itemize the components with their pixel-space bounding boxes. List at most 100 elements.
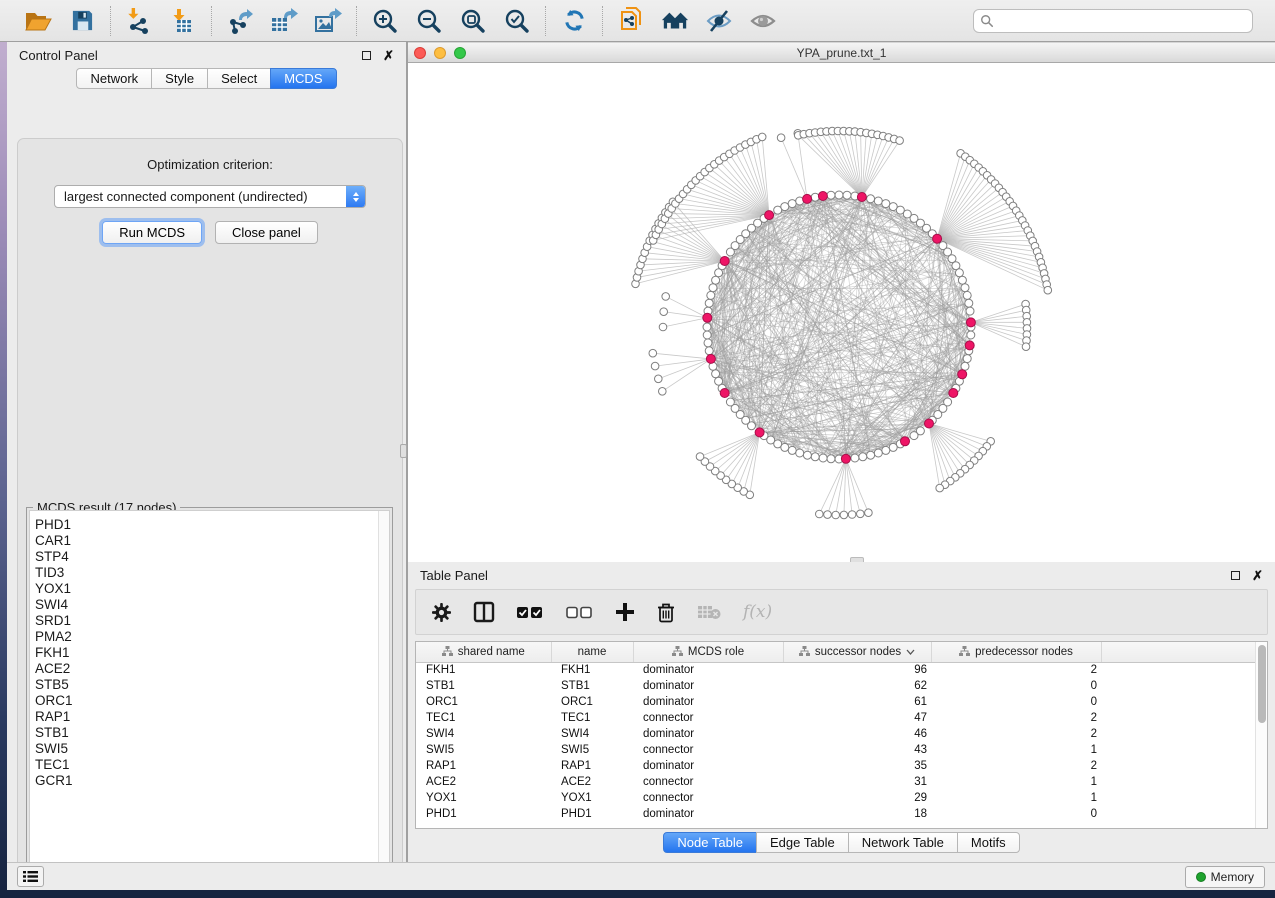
dominator-node[interactable] bbox=[720, 257, 729, 266]
network-window-titlebar[interactable]: YPA_prune.txt_1 bbox=[408, 42, 1275, 63]
mcds-result-item[interactable]: STB1 bbox=[35, 725, 389, 741]
fan-node[interactable] bbox=[1022, 343, 1030, 351]
ring-node[interactable] bbox=[819, 454, 827, 462]
go-home-icon[interactable] bbox=[661, 7, 689, 35]
ring-node[interactable] bbox=[910, 432, 918, 440]
dominator-node[interactable] bbox=[703, 313, 712, 322]
export-network-icon[interactable] bbox=[226, 7, 254, 35]
tab-edge-table[interactable]: Edge Table bbox=[756, 832, 849, 853]
show-eye-icon[interactable] bbox=[749, 7, 777, 35]
ring-node[interactable] bbox=[705, 347, 713, 355]
dominator-node[interactable] bbox=[933, 234, 942, 243]
ring-node[interactable] bbox=[827, 191, 835, 199]
fan-node[interactable] bbox=[816, 510, 824, 518]
ring-node[interactable] bbox=[967, 331, 975, 339]
vertical-splitter-handle[interactable] bbox=[400, 444, 407, 458]
ring-node[interactable] bbox=[796, 449, 804, 457]
mcds-result-item[interactable]: FKH1 bbox=[35, 645, 389, 661]
table-scrollbar[interactable] bbox=[1255, 642, 1267, 828]
fan-node[interactable] bbox=[649, 349, 657, 357]
show-columns-icon[interactable] bbox=[473, 599, 495, 625]
ring-node[interactable] bbox=[882, 200, 890, 208]
ring-node[interactable] bbox=[811, 453, 819, 461]
dominator-node[interactable] bbox=[857, 193, 866, 202]
add-row-icon[interactable] bbox=[615, 599, 635, 625]
fan-node[interactable] bbox=[824, 511, 832, 519]
table-row-TEC1[interactable]: TEC1TEC1connector472 bbox=[416, 710, 1256, 726]
delete-row-icon[interactable] bbox=[657, 599, 675, 625]
dominator-node[interactable] bbox=[720, 389, 729, 398]
mcds-result-item[interactable]: ACE2 bbox=[35, 661, 389, 677]
close-panel-icon[interactable]: ✗ bbox=[383, 49, 394, 62]
import-network-icon[interactable] bbox=[125, 7, 153, 35]
ring-node[interactable] bbox=[889, 443, 897, 451]
float-window-icon[interactable] bbox=[362, 51, 371, 60]
ring-node[interactable] bbox=[788, 200, 796, 208]
dominator-node[interactable] bbox=[765, 211, 774, 220]
ring-node[interactable] bbox=[958, 276, 966, 284]
import-table-icon[interactable] bbox=[169, 7, 197, 35]
close-panel-icon[interactable]: ✗ bbox=[1252, 569, 1263, 582]
ring-node[interactable] bbox=[712, 276, 720, 284]
mcds-result-item[interactable]: STP4 bbox=[35, 549, 389, 565]
fan-node[interactable] bbox=[857, 510, 865, 518]
ring-node[interactable] bbox=[707, 291, 715, 299]
ring-node[interactable] bbox=[835, 191, 843, 199]
ring-node[interactable] bbox=[803, 451, 811, 459]
save-icon[interactable] bbox=[68, 7, 96, 35]
ring-node[interactable] bbox=[882, 446, 890, 454]
open-session-share-icon[interactable] bbox=[617, 7, 645, 35]
ring-node[interactable] bbox=[704, 339, 712, 347]
ring-node[interactable] bbox=[874, 449, 882, 457]
ring-node[interactable] bbox=[963, 291, 971, 299]
optimization-criterion-select[interactable]: largest connected component (undirected) bbox=[54, 185, 366, 208]
ring-node[interactable] bbox=[715, 377, 723, 385]
fan-node[interactable] bbox=[662, 293, 670, 301]
tab-mcds[interactable]: MCDS bbox=[270, 68, 336, 89]
ring-node[interactable] bbox=[963, 355, 971, 363]
column-header-MCDS-role[interactable]: MCDS role bbox=[633, 642, 783, 662]
mcds-result-item[interactable]: STB5 bbox=[35, 677, 389, 693]
column-header-predecessor-nodes[interactable]: predecessor nodes bbox=[931, 642, 1101, 662]
table-row-SWI4[interactable]: SWI4SWI4dominator462 bbox=[416, 726, 1256, 742]
unselect-all-icon[interactable] bbox=[566, 599, 593, 625]
ring-node[interactable] bbox=[703, 331, 711, 339]
dominator-node[interactable] bbox=[841, 454, 850, 463]
mcds-result-item[interactable]: SWI5 bbox=[35, 741, 389, 757]
fan-node[interactable] bbox=[659, 388, 667, 396]
table-row-PHD1[interactable]: PHD1PHD1dominator180 bbox=[416, 806, 1256, 822]
ring-node[interactable] bbox=[867, 451, 875, 459]
mcds-result-item[interactable]: GCR1 bbox=[35, 773, 389, 789]
hide-details-icon[interactable] bbox=[705, 7, 733, 35]
task-history-button[interactable] bbox=[17, 866, 44, 887]
run-mcds-button[interactable]: Run MCDS bbox=[102, 221, 202, 244]
fan-node[interactable] bbox=[865, 509, 873, 517]
mcds-result-item[interactable]: TID3 bbox=[35, 565, 389, 581]
tab-select[interactable]: Select bbox=[207, 68, 271, 89]
ring-node[interactable] bbox=[726, 398, 734, 406]
ring-node[interactable] bbox=[703, 323, 711, 331]
column-header-successor-nodes[interactable]: successor nodes bbox=[783, 642, 931, 662]
mcds-result-item[interactable]: SRD1 bbox=[35, 613, 389, 629]
tab-network[interactable]: Network bbox=[76, 68, 152, 89]
dominator-node[interactable] bbox=[925, 419, 934, 428]
refresh-layout-icon[interactable] bbox=[560, 7, 588, 35]
dominator-node[interactable] bbox=[949, 389, 958, 398]
export-table-icon[interactable] bbox=[270, 7, 298, 35]
ring-node[interactable] bbox=[781, 203, 789, 211]
table-row-SWI5[interactable]: SWI5SWI5connector431 bbox=[416, 742, 1256, 758]
zoom-selected-icon[interactable] bbox=[503, 7, 531, 35]
table-row-FKH1[interactable]: FKH1FKH1dominator962 bbox=[416, 662, 1256, 678]
memory-button[interactable]: Memory bbox=[1185, 866, 1265, 888]
close-panel-button[interactable]: Close panel bbox=[215, 221, 318, 244]
dominator-node[interactable] bbox=[958, 370, 967, 379]
mcds-result-item[interactable]: TEC1 bbox=[35, 757, 389, 773]
network-canvas[interactable] bbox=[408, 63, 1275, 562]
fan-node[interactable] bbox=[832, 511, 840, 519]
ring-node[interactable] bbox=[851, 454, 859, 462]
table-row-ORC1[interactable]: ORC1ORC1dominator610 bbox=[416, 694, 1256, 710]
mcds-result-item[interactable]: PMA2 bbox=[35, 629, 389, 645]
fan-node[interactable] bbox=[659, 323, 667, 331]
fan-node[interactable] bbox=[848, 511, 856, 519]
ring-node[interactable] bbox=[705, 299, 713, 307]
